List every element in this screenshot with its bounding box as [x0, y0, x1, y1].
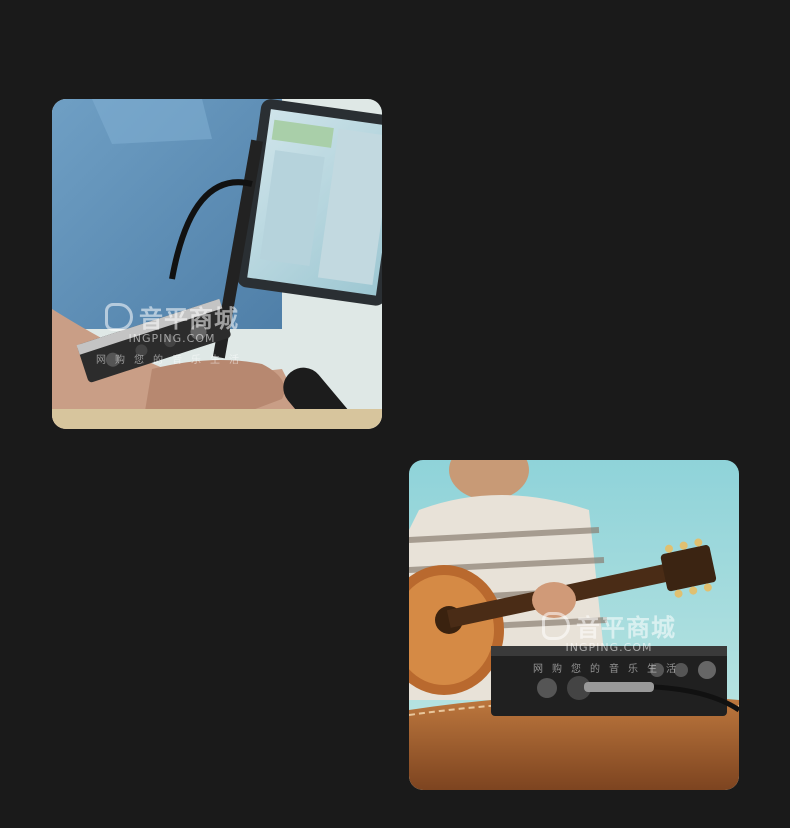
guitarist-with-interface-photo: 音平商城 INGPING.COM 网购您的音乐生活 — [409, 460, 739, 790]
photo-1-illustration — [52, 99, 382, 429]
audio-interface-on-strap-photo: 音平商城 INGPING.COM 网购您的音乐生活 — [52, 99, 382, 429]
photo-2-illustration — [409, 460, 739, 790]
